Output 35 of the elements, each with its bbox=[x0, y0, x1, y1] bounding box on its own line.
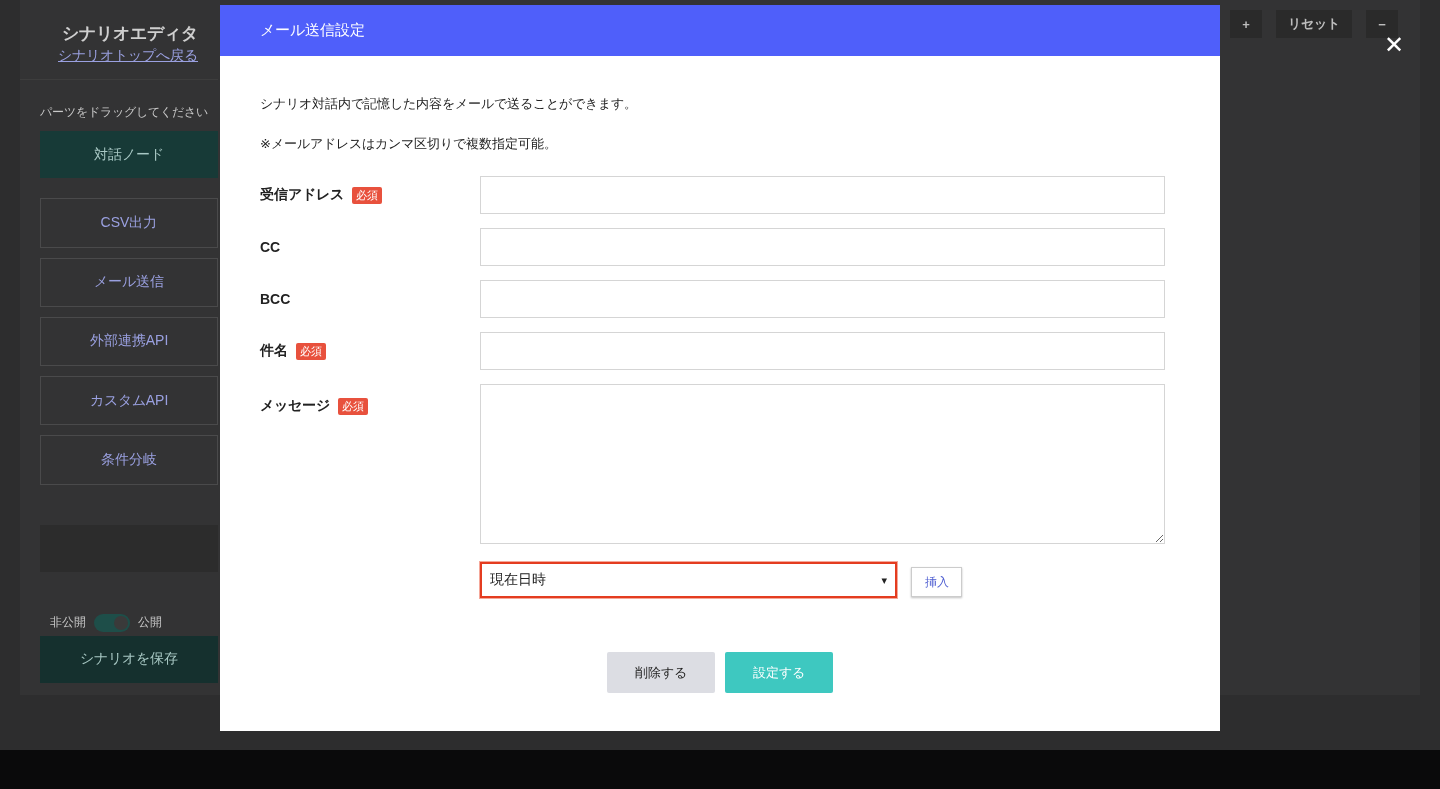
input-field[interactable] bbox=[480, 228, 1165, 266]
field-label: 件名 bbox=[260, 342, 288, 360]
zoom-button[interactable]: + bbox=[1230, 10, 1262, 38]
field-label: 受信アドレス bbox=[260, 186, 344, 204]
editor-title: シナリオエディタ bbox=[62, 23, 198, 45]
part-item[interactable]: メール送信 bbox=[40, 257, 218, 307]
zoom-button[interactable]: − bbox=[1366, 10, 1398, 38]
dialog-note: ※メールアドレスはカンマ区切りで複数指定可能。 bbox=[260, 135, 558, 153]
part-item[interactable]: 外部連携API bbox=[40, 316, 218, 366]
save-button[interactable]: シナリオを保存 bbox=[40, 635, 218, 683]
dialog-note: シナリオ対話内で記憶した内容をメールで送ることができます。 bbox=[260, 95, 638, 113]
dialog-header: メール送信設定 bbox=[220, 5, 1220, 56]
message-field[interactable] bbox=[480, 384, 1165, 544]
part-item[interactable]: CSV出力 bbox=[40, 198, 218, 248]
part-item[interactable]: カスタムAPI bbox=[40, 376, 218, 426]
part-item[interactable]: 対話ノード bbox=[40, 131, 218, 179]
field-label: BCC bbox=[260, 291, 291, 307]
zoom-button[interactable]: リセット bbox=[1276, 10, 1352, 38]
field-label: メッセージ bbox=[260, 397, 330, 415]
required-badge: 必須 bbox=[352, 186, 382, 204]
required-badge: 必須 bbox=[338, 397, 368, 415]
back-link[interactable]: シナリオトップへ戻る bbox=[58, 47, 198, 65]
visibility-toggle[interactable] bbox=[94, 613, 130, 632]
toggle-label: 非公開 bbox=[50, 614, 86, 632]
input-field[interactable] bbox=[480, 176, 1165, 214]
input-field[interactable] bbox=[480, 332, 1165, 370]
parts-hint: パーツをドラッグしてください bbox=[40, 104, 209, 121]
part-item[interactable]: 条件分岐 bbox=[40, 435, 218, 485]
field-label: CC bbox=[260, 239, 281, 255]
toggle-label: 公開 bbox=[138, 614, 162, 632]
insert-button[interactable]: 挿入 bbox=[911, 567, 962, 597]
insert-select[interactable]: 現在日時 ▾ bbox=[480, 562, 897, 598]
input-field[interactable] bbox=[480, 280, 1165, 318]
delete-button[interactable]: 削除する bbox=[607, 652, 715, 693]
required-badge: 必須 bbox=[296, 342, 326, 360]
